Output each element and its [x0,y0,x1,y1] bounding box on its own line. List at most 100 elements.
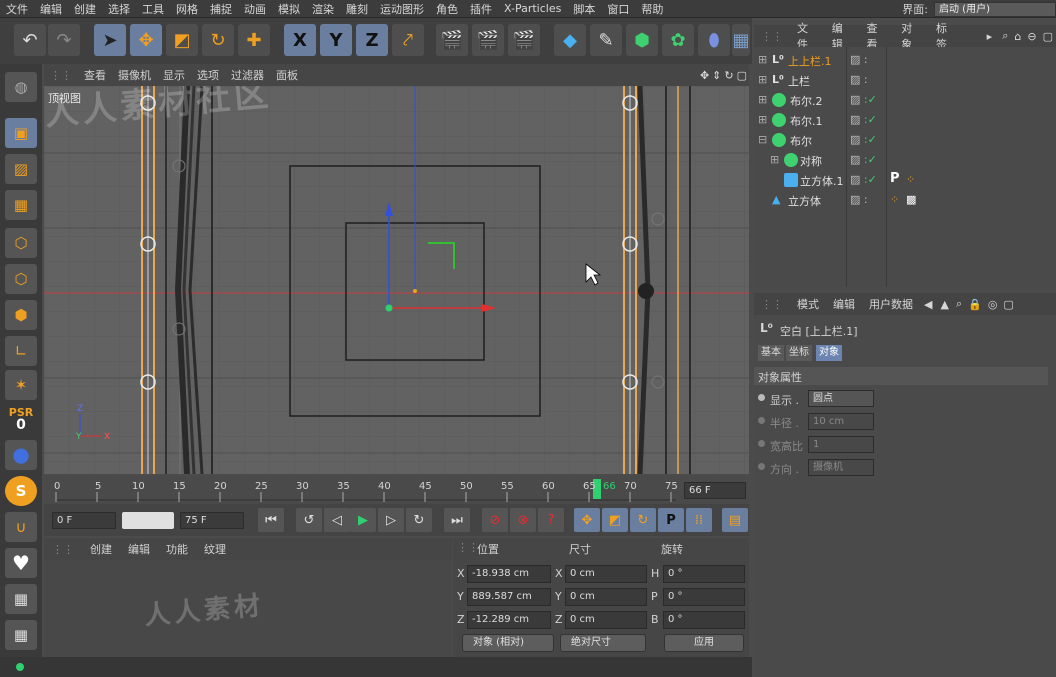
visibility-icon[interactable]: ▨ :✓ [850,173,877,186]
menu-animate[interactable]: 动画 [238,1,272,17]
points-mode-icon[interactable]: ⬡ [5,228,37,258]
sculpt-icon[interactable]: S [5,476,37,506]
size-mode-dropdown[interactable]: 绝对尺寸 [560,634,646,652]
new-view-icon[interactable]: ▢ [1040,30,1056,43]
tree-toggle-icon[interactable]: ⊞ [770,153,779,166]
drag-handle[interactable]: ⋮⋮ [44,69,78,82]
object-row[interactable]: ⊞ 布尔.2 ▨ :✓ [754,90,1056,110]
mat-menu-function[interactable]: 功能 [158,541,196,557]
start-frame-field[interactable]: 0 F [52,512,116,529]
menu-character[interactable]: 角色 [430,1,464,17]
floor-icon[interactable]: ▦ [732,24,750,56]
menu-help[interactable]: 帮助 [635,1,669,17]
keyframe-dot-icon[interactable] [758,394,765,401]
menu-snap[interactable]: 捕捉 [204,1,238,17]
rot-b-field[interactable]: 0 ° [663,611,745,629]
visibility-icon[interactable]: ▨ :✓ [850,133,877,146]
visibility-icon[interactable]: ▨ : [850,53,868,66]
orbit-icon[interactable]: ↻ [724,69,733,82]
object-row[interactable]: ▲ 立方体 ▨ : ⁘ ▩ [754,190,1056,210]
scale-icon[interactable]: ◩ [166,24,198,56]
vp-menu-display[interactable]: 显示 [157,67,191,83]
tweak-icon[interactable]: ✶ [5,370,37,400]
object-row[interactable]: ⊞ L⁰ 上栏 ▨ : [754,70,1056,90]
home-icon[interactable]: ⌂ [1011,30,1024,43]
menu-select[interactable]: 选择 [102,1,136,17]
deformer-icon[interactable]: ⬮ [698,24,730,56]
object-row[interactable]: ⊞ 布尔.1 ▨ :✓ [754,110,1056,130]
z-axis-icon[interactable]: Z [356,24,388,56]
heart-icon[interactable]: ♥ [5,548,37,578]
render-picture-icon[interactable]: 🎬 [472,24,504,56]
key-rotation-icon[interactable]: ↻ [630,508,656,532]
cube-icon[interactable]: ◆ [554,24,586,56]
up-arrow-icon[interactable]: ▲ [936,298,952,311]
attr-menu-userdata[interactable]: 用户数据 [862,296,920,312]
x-axis-icon[interactable]: X [284,24,316,56]
new-window-icon[interactable]: ▢ [1000,298,1016,311]
visibility-icon[interactable]: ▨ :✓ [850,153,877,166]
play-icon[interactable]: ▶ [350,508,376,532]
timeline-window-icon[interactable]: ▤ [722,508,748,532]
vp-menu-panel[interactable]: 面板 [270,67,304,83]
mat-menu-texture[interactable]: 纹理 [196,541,234,557]
texture-tag-icon[interactable]: ⁘ [890,193,899,206]
menu-edit[interactable]: 编辑 [34,1,68,17]
render-settings-icon[interactable]: 🎬 [508,24,540,56]
rot-p-field[interactable]: 0 ° [663,588,745,606]
polygons-mode-icon[interactable]: ⬢ [5,300,37,330]
menu-render[interactable]: 渲染 [306,1,340,17]
back-arrow-icon[interactable]: ◀ [920,298,936,311]
tree-toggle-icon[interactable]: ⊞ [758,113,767,126]
autokey-icon[interactable]: ⊗ [510,508,536,532]
render-view-icon[interactable]: 🎬 [436,24,468,56]
link-icon[interactable]: ⊖ [1024,30,1039,43]
frame-range-slider[interactable] [122,512,174,529]
drag-handle[interactable]: ⋮⋮ [754,30,790,43]
visibility-icon[interactable]: ▨ : [850,73,868,86]
menu-simulate[interactable]: 模拟 [272,1,306,17]
keyframe-dot-icon[interactable] [758,440,765,447]
apply-button[interactable]: 应用 [664,634,744,652]
coord-mode-dropdown[interactable]: 对象 (相对) [462,634,554,652]
menu-window[interactable]: 窗口 [601,1,635,17]
expand-arrow-icon[interactable]: ▸ [980,30,1000,43]
key-scale-icon[interactable]: ◩ [602,508,628,532]
key-points-icon[interactable]: ⁞⁞ [686,508,712,532]
menu-mograph[interactable]: 运动图形 [374,1,430,17]
attr-menu-edit[interactable]: 编辑 [826,296,862,312]
visibility-icon[interactable]: ▨ :✓ [850,93,877,106]
redo-icon[interactable]: ↷ [48,24,80,56]
grid-snap-icon[interactable]: ▦ [5,620,37,650]
search-icon[interactable]: ⌕ [953,297,965,311]
spline-pen-icon[interactable]: ✎ [590,24,622,56]
attr-menu-mode[interactable]: 模式 [790,296,826,312]
vp-menu-options[interactable]: 选项 [191,67,225,83]
menu-xparticles[interactable]: X-Particles [498,2,567,15]
drag-handle[interactable]: ⋮⋮ [44,543,82,556]
lock-grid-icon[interactable]: ▦ [5,584,37,614]
texture-tag-icon[interactable]: ⁘ [906,173,915,186]
edges-mode-icon[interactable]: ⬡ [5,264,37,294]
checker-tag-icon[interactable]: ▩ [906,193,916,206]
menu-create[interactable]: 创建 [68,1,102,17]
pos-x-field[interactable]: -18.938 cm [467,565,551,583]
axis-mode-icon[interactable]: ∟ [5,336,37,366]
zoom-icon[interactable]: ⇕ [712,69,721,82]
goto-start-icon[interactable]: ⏮ [258,508,284,532]
tab-basic[interactable]: 基本 [758,345,784,361]
prev-frame-icon[interactable]: ◁ [324,508,350,532]
search-icon[interactable]: ⌕ [999,29,1011,43]
y-axis-icon[interactable]: Y [320,24,352,56]
menu-plugins[interactable]: 插件 [464,1,498,17]
keyframe-dot-icon[interactable] [758,463,765,470]
mat-menu-create[interactable]: 创建 [82,541,120,557]
tab-coordinates[interactable]: 坐标 [786,345,812,361]
texture-mode-icon[interactable]: ▨ [5,154,37,184]
add-icon[interactable]: ✚ [238,24,270,56]
visibility-icon[interactable]: ▨ :✓ [850,113,877,126]
end-frame-field[interactable]: 75 F [180,512,244,529]
record-icon[interactable]: ⊘ [482,508,508,532]
subdivision-icon[interactable]: ⬢ [626,24,658,56]
object-row[interactable]: ⊞ 对称 ▨ :✓ [754,150,1056,170]
